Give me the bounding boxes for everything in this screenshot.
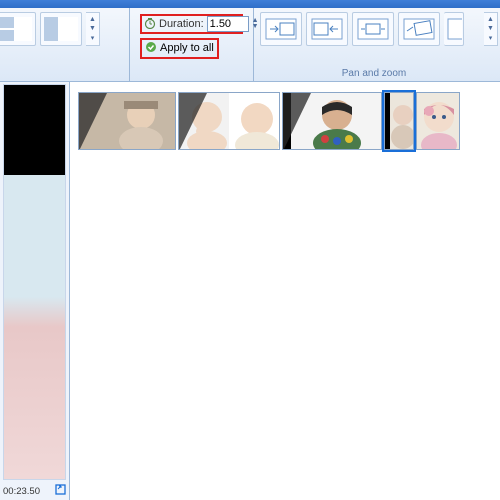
pan-left-in-icon (310, 17, 344, 41)
transition-preset-1[interactable] (0, 12, 36, 46)
timer-icon (144, 17, 156, 32)
panzoom-preset-3[interactable] (352, 12, 394, 46)
duration-label: Duration: (159, 18, 204, 30)
clip-thumb-3 (283, 93, 381, 150)
apply-to-all-button[interactable]: Apply to all (140, 38, 219, 59)
duration-group: Duration: ▲ ▼ Apply to all (130, 8, 254, 81)
panzoom-preset-5[interactable] (444, 12, 464, 46)
clip-4[interactable] (384, 92, 414, 150)
time-display: 00:23.50 (3, 486, 40, 497)
pan-right-in-icon (264, 17, 298, 41)
duration-row: Duration: ▲ ▼ (140, 14, 243, 34)
preview-letterbox (4, 85, 65, 175)
pan-partial-icon (446, 17, 462, 41)
panzoom-group-label: Pan and zoom (254, 68, 494, 79)
ribbon: ▲▼▾ Duration: ▲ ▼ (0, 8, 500, 82)
clip-5[interactable] (416, 92, 460, 150)
transition-split-icon (0, 17, 32, 41)
zoom-center-icon (356, 17, 390, 41)
duration-input[interactable] (207, 16, 249, 32)
transitions-group: ▲▼▾ (0, 8, 130, 81)
transitions-gallery-more[interactable]: ▲▼▾ (86, 12, 100, 46)
panzoom-preset-1[interactable] (260, 12, 302, 46)
apply-all-row: Apply to all (140, 38, 243, 58)
clip-thumb-1 (79, 93, 175, 150)
panzoom-preset-4[interactable] (398, 12, 440, 46)
clip-thumb-2 (179, 93, 279, 150)
transition-wipe-icon (44, 17, 78, 41)
preview-controls: 00:23.50 (0, 482, 69, 500)
content-area: 00:23.50 (0, 82, 500, 500)
apply-all-label: Apply to all (160, 42, 214, 54)
clip-2[interactable] (178, 92, 280, 150)
fullscreen-icon[interactable] (55, 484, 66, 498)
pan-rotate-icon (402, 17, 436, 41)
preview-frame (4, 175, 65, 479)
panzoom-preset-2[interactable] (306, 12, 348, 46)
storyboard[interactable] (70, 82, 500, 500)
transition-preset-2[interactable] (40, 12, 82, 46)
check-icon (145, 41, 157, 56)
clip-1[interactable] (78, 92, 176, 150)
clip-row (78, 92, 492, 150)
clip-thumb-4 (385, 93, 413, 150)
preview-player[interactable] (3, 84, 66, 480)
window-title-bar (0, 0, 500, 8)
preview-panel: 00:23.50 (0, 82, 70, 500)
clip-3[interactable] (282, 92, 382, 150)
panzoom-gallery-more[interactable]: ▲▼▾ (484, 12, 498, 46)
panzoom-group: ▲▼▾ Pan and zoom (254, 8, 500, 81)
clip-thumb-5 (417, 93, 459, 150)
